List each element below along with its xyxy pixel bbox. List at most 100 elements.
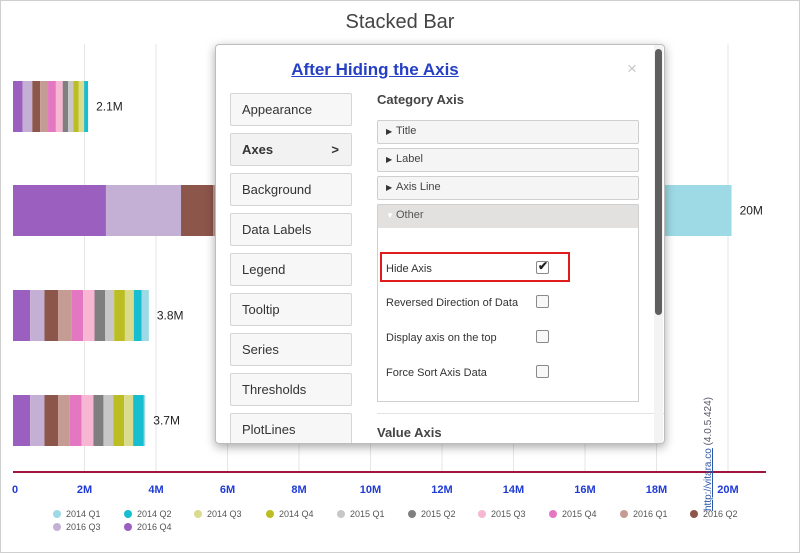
watermark: http://vitara.co (4.0.5.424) <box>703 371 715 511</box>
legend-label: 2014 Q4 <box>279 509 314 519</box>
bar-segment <box>13 81 23 132</box>
chart-settings-dialog: After Hiding the Axis × Appearance Axes >… <box>215 44 665 444</box>
bar-segment <box>69 395 82 446</box>
category-axis-heading: Category Axis <box>377 92 464 107</box>
caret-right-icon: ▶ <box>386 155 393 164</box>
bar-segment <box>44 290 59 341</box>
x-tick-label: 16M <box>574 484 595 496</box>
x-tick-label: 8M <box>291 484 306 496</box>
legend-marker <box>408 510 416 518</box>
nav-item-axes[interactable]: Axes > <box>230 133 352 166</box>
bar-segment <box>68 81 74 132</box>
scrollbar-thumb[interactable] <box>655 49 662 315</box>
legend-label: 2016 Q4 <box>137 522 172 532</box>
bar-segment <box>32 81 41 132</box>
x-tick-label: 6M <box>220 484 235 496</box>
legend-marker <box>53 510 61 518</box>
section-axis-line[interactable]: ▶ Axis Line <box>377 176 639 200</box>
bar-segment <box>181 185 214 236</box>
bar-total-label: 3.7M <box>153 414 180 428</box>
axes-settings-panel: Category Axis ▶ Title ▶ Label ▶ Axis Line ▼… <box>376 45 664 443</box>
checkmark-icon: ✔ <box>538 259 549 273</box>
nav-item-legend[interactable]: Legend <box>230 253 352 286</box>
x-tick-label: 4M <box>148 484 163 496</box>
legend-marker <box>690 510 698 518</box>
bar-segment <box>40 81 49 132</box>
caret-right-icon: ▶ <box>386 127 393 136</box>
caret-down-icon: ▼ <box>386 211 394 220</box>
reversed-direction-checkbox[interactable] <box>536 295 549 308</box>
legend-label: 2015 Q2 <box>421 509 456 519</box>
divider <box>377 413 664 414</box>
bar-segment <box>114 290 125 341</box>
bar-segment <box>58 290 72 341</box>
legend-marker <box>478 510 486 518</box>
legend-marker <box>124 523 132 531</box>
watermark-version: (4.0.5.424) <box>703 397 714 446</box>
bar-segment <box>22 81 33 132</box>
bar-segment <box>30 290 45 341</box>
bar-segment <box>93 395 104 446</box>
hide-axis-checkbox[interactable]: ✔ <box>536 259 549 274</box>
nav-item-appearance[interactable]: Appearance <box>230 93 352 126</box>
bar-segment <box>30 395 45 446</box>
legend-marker <box>337 510 345 518</box>
legend-marker <box>194 510 202 518</box>
bar-segment <box>13 185 106 236</box>
bar-segment <box>84 81 89 132</box>
force-sort-checkbox[interactable] <box>536 365 549 378</box>
x-tick-label: 18M <box>646 484 667 496</box>
bar-segment <box>62 81 69 132</box>
legend-marker <box>266 510 274 518</box>
bar-segment <box>105 185 182 236</box>
bar-segment <box>124 395 134 446</box>
watermark-link[interactable]: http://vitara.co <box>703 448 714 511</box>
nav-item-data-labels[interactable]: Data Labels <box>230 213 352 246</box>
section-label[interactable]: ▶ Label <box>377 148 639 172</box>
x-tick-label: 2M <box>77 484 92 496</box>
bar-segment <box>103 395 114 446</box>
force-sort-label: Force Sort Axis Data <box>386 367 487 379</box>
legend-label: 2015 Q1 <box>350 509 385 519</box>
legend-marker <box>549 510 557 518</box>
section-title[interactable]: ▶ Title <box>377 120 639 144</box>
legend-marker <box>620 510 628 518</box>
x-tick-label: 10M <box>360 484 381 496</box>
nav-item-plotlines[interactable]: PlotLines <box>230 413 352 443</box>
value-axis-heading: Value Axis <box>377 425 442 440</box>
nav-item-thresholds[interactable]: Thresholds <box>230 373 352 406</box>
bar-segment <box>55 81 63 132</box>
bar-segment <box>78 81 85 132</box>
display-axis-top-checkbox[interactable] <box>536 330 549 343</box>
dialog-scrollbar[interactable] <box>654 45 663 443</box>
bar-segment <box>83 290 95 341</box>
nav-item-series[interactable]: Series <box>230 333 352 366</box>
nav-item-background[interactable]: Background <box>230 173 352 206</box>
section-other[interactable]: ▼ Other <box>377 204 639 228</box>
bar-segment <box>58 395 70 446</box>
bar-segment <box>73 81 79 132</box>
caret-right-icon: ▶ <box>386 183 393 192</box>
x-tick-label: 14M <box>503 484 524 496</box>
bar-total-label: 20M <box>740 204 763 218</box>
legend-marker <box>124 510 132 518</box>
bar-segment <box>13 395 31 446</box>
reversed-direction-label: Reversed Direction of Data <box>386 297 519 309</box>
bar-segment <box>133 395 144 446</box>
section-title-label: Title <box>396 125 417 137</box>
bar-segment <box>48 81 56 132</box>
legend-label: 2015 Q3 <box>491 509 526 519</box>
bar-segment <box>81 395 94 446</box>
legend-label: 2014 Q3 <box>207 509 242 519</box>
legend-label: 2014 Q2 <box>137 509 172 519</box>
legend-label: 2016 Q1 <box>633 509 668 519</box>
bar-total-label: 2.1M <box>96 100 123 114</box>
section-other-body: Hide Axis ✔ Reversed Direction of Data D… <box>377 228 639 402</box>
bar-segment <box>143 395 146 446</box>
chevron-right-icon: > <box>331 142 339 157</box>
bar-segment <box>44 395 59 446</box>
nav-item-tooltip[interactable]: Tooltip <box>230 293 352 326</box>
bar-segment <box>71 290 84 341</box>
legend-label: 2016 Q3 <box>66 522 101 532</box>
legend-label: 2014 Q1 <box>66 509 101 519</box>
